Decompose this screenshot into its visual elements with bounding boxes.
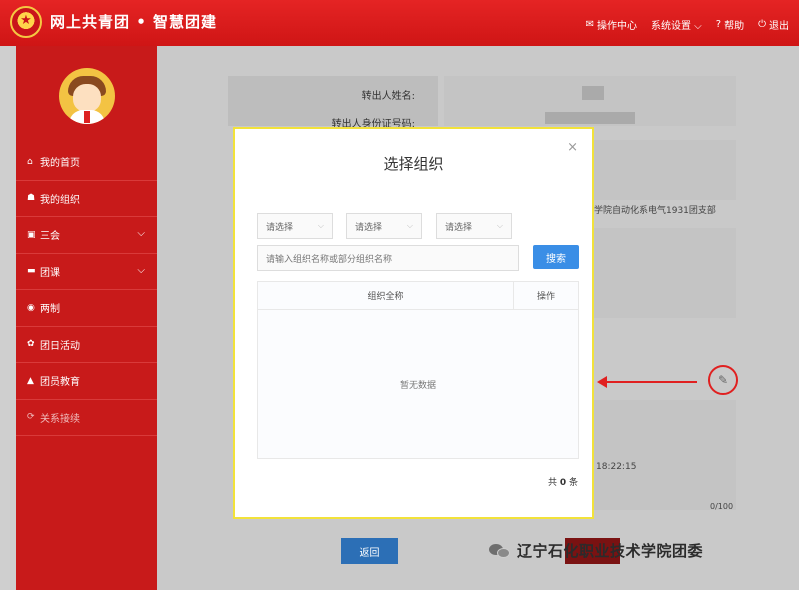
- annotation-arrow-line: [603, 381, 697, 383]
- sidebar-item-league-class[interactable]: ▬ 团课 ⌵: [16, 254, 157, 290]
- district-select[interactable]: 请选择 ⌵: [436, 213, 512, 239]
- select-value: 请选择: [445, 222, 473, 233]
- edit-icon[interactable]: ✎: [708, 365, 738, 395]
- sidebar-item-home[interactable]: ⌂ 我的首页: [16, 144, 157, 181]
- char-count-text: 0/100: [710, 502, 734, 511]
- help-icon: ?: [715, 19, 722, 30]
- sidebar-item-three-meetings[interactable]: ▣ 三会 ⌵: [16, 217, 157, 254]
- chevron-down-icon: ⌵: [137, 228, 145, 239]
- nav-label: 系统设置 ⌵: [651, 21, 702, 32]
- right-field-3: [594, 400, 736, 510]
- sidebar-item-label: 团课: [40, 267, 60, 279]
- empty-state-text: 暂无数据: [399, 381, 436, 391]
- target-icon: ◉: [27, 302, 35, 313]
- nav-system-settings[interactable]: 系统设置 ⌵: [651, 17, 702, 32]
- top-header: ★ 网上共青团 • 智慧团建 ✉ 操作中心 系统设置 ⌵ ? 帮助 ⏻ 退出: [0, 0, 799, 46]
- top-nav: ✉ 操作中心 系统设置 ⌵ ? 帮助 ⏻ 退出: [586, 17, 789, 32]
- annotation-arrow-head-icon: [597, 376, 607, 388]
- chevron-down-icon: ⌵: [496, 221, 503, 230]
- chevron-down-icon: ⌵: [317, 221, 324, 230]
- right-field-2: [594, 228, 736, 318]
- sidebar-item-label: 两制: [40, 304, 60, 316]
- chevron-down-icon: ⌵: [137, 264, 145, 276]
- watermark-text: 辽宁石化职业技术学院团委: [517, 542, 704, 560]
- brand-title: 网上共青团 • 智慧团建: [50, 13, 218, 31]
- select-value: 请选择: [266, 222, 294, 233]
- graduation-cap-icon: ▲: [27, 375, 34, 386]
- league-logo-icon: ★: [10, 6, 42, 38]
- column-header-action: 操作: [514, 282, 578, 310]
- power-icon: ⏻: [758, 19, 766, 30]
- nav-operation-center[interactable]: ✉ 操作中心: [586, 17, 637, 32]
- right-field-1: [594, 140, 736, 200]
- search-button[interactable]: 搜索: [533, 245, 579, 269]
- select-value: 请选择: [355, 222, 383, 233]
- nav-label: 操作中心: [597, 21, 637, 32]
- nav-label: 退出: [769, 21, 789, 32]
- time-text: 18:22:15: [596, 462, 637, 472]
- blurred-name: [582, 86, 604, 100]
- transferor-name-label: 转出人姓名:: [361, 91, 415, 102]
- total-count: 共 0 条: [548, 478, 579, 488]
- envelope-icon: ✉: [585, 19, 594, 30]
- sidebar-item-label: 我的首页: [40, 158, 80, 170]
- home-icon: ⌂: [27, 156, 33, 167]
- sidebar-item-two-systems[interactable]: ◉ 两制: [16, 290, 157, 327]
- sidebar-item-label: 团日活动: [40, 340, 80, 352]
- nav-help[interactable]: ? 帮助: [716, 17, 744, 32]
- refresh-icon: ⟳: [27, 412, 35, 423]
- group-icon: ☗: [27, 193, 36, 204]
- province-select[interactable]: 请选择 ⌵: [257, 213, 333, 239]
- sidebar-item-label: 关系接续: [40, 413, 80, 425]
- sidebar-item-member-education[interactable]: ▲ 团员教育: [16, 363, 157, 400]
- return-button[interactable]: 返回: [341, 538, 398, 564]
- org-search-input[interactable]: 请输入组织名称或部分组织名称: [257, 245, 519, 271]
- city-select[interactable]: 请选择 ⌵: [346, 213, 422, 239]
- flower-icon: ✿: [27, 339, 35, 350]
- sidebar-item-league-day[interactable]: ✿ 团日活动: [16, 327, 157, 363]
- sidebar-item-label: 团员教育: [40, 377, 80, 389]
- sidebar-item-label: 三会: [40, 231, 60, 243]
- column-header-org-name: 组织全称: [258, 282, 514, 310]
- avatar: [59, 68, 115, 124]
- modal-title: 选择组织: [383, 155, 444, 173]
- folder-icon: ▬: [27, 266, 36, 277]
- dept-text: 学院自动化系电气1931团支部: [594, 206, 716, 216]
- nav-logout[interactable]: ⏻ 退出: [758, 17, 789, 32]
- close-icon[interactable]: ×: [567, 140, 578, 155]
- blurred-id: [545, 112, 635, 124]
- wechat-icon: [489, 542, 511, 560]
- sidebar-item-label: 我的组织: [40, 194, 80, 206]
- nav-label: 帮助: [724, 21, 745, 32]
- org-table: 组织全称 操作 暂无数据: [257, 281, 579, 459]
- sidebar: ⌂ 我的首页 ☗ 我的组织 ▣ 三会 ⌵ ▬ 团课 ⌵ ◉ 两制 ✿ 团日活动 …: [16, 46, 157, 590]
- select-org-modal: 选择组织 × 请选择 ⌵ 请选择 ⌵ 请选择 ⌵ 请输入组织名称或部分组织名称 …: [233, 127, 594, 519]
- sidebar-item-my-org[interactable]: ☗ 我的组织: [16, 181, 157, 217]
- chevron-down-icon: ⌵: [406, 221, 413, 230]
- calendar-icon: ▣: [27, 229, 36, 240]
- watermark: 辽宁石化职业技术学院团委: [489, 540, 703, 561]
- sidebar-menu: ⌂ 我的首页 ☗ 我的组织 ▣ 三会 ⌵ ▬ 团课 ⌵ ◉ 两制 ✿ 团日活动 …: [16, 144, 157, 436]
- sidebar-item-relation-transfer[interactable]: ⟳ 关系接续: [16, 400, 157, 436]
